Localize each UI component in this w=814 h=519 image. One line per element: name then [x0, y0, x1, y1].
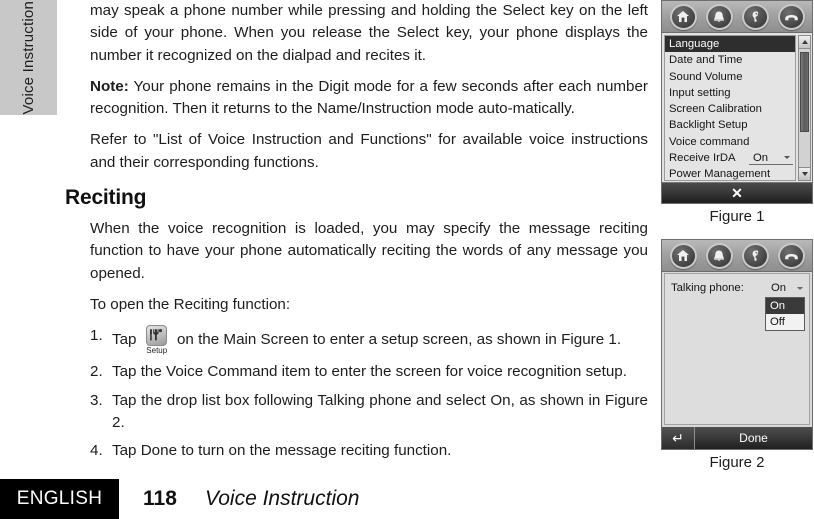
device-bottom-bar: ↵ Done	[662, 427, 812, 449]
note-label: Note:	[90, 77, 129, 95]
note-body: Your phone remains in the Digit mode for…	[90, 77, 648, 118]
step-number: 3.	[90, 391, 103, 409]
figure-1: Language Date and Time Sound Volume Inpu…	[661, 0, 813, 225]
menu-item-label: Date and Time	[669, 54, 743, 67]
setup-menu-area: Language Date and Time Sound Volume Inpu…	[662, 33, 812, 183]
setup-menu-list[interactable]: Language Date and Time Sound Volume Inpu…	[664, 35, 796, 181]
talking-phone-value[interactable]: On	[771, 282, 786, 294]
talking-phone-label: Talking phone:	[671, 282, 744, 294]
side-tab-voice-instruction: Voice Instruction	[0, 0, 57, 115]
figure-2-caption: Figure 2	[709, 454, 765, 471]
paragraph-lead-in: To open the Reciting function:	[90, 295, 291, 313]
value-underline	[749, 164, 793, 166]
page-content: may speak a phone number while pressing …	[65, 0, 648, 468]
page-footer: ENGLISH 118 Voice Instruction	[0, 479, 814, 519]
menu-item-label: Voice command	[669, 135, 750, 148]
scrollbar-thumb[interactable]	[800, 52, 809, 132]
chevron-down-icon[interactable]	[784, 156, 790, 160]
handset-icon[interactable]	[777, 242, 805, 269]
menu-item-backlight-setup[interactable]: Backlight Setup	[665, 117, 795, 133]
menu-item-label: Backlight Setup	[669, 119, 748, 132]
paragraph-refer: Refer to "List of Voice Instruction and …	[90, 131, 648, 171]
figure-1-caption: Figure 1	[709, 208, 765, 225]
device-toolbar	[662, 1, 812, 33]
home-icon[interactable]	[669, 242, 697, 269]
menu-item-input-setting[interactable]: Input setting	[665, 85, 795, 101]
footer-chapter-title: Voice Instruction	[205, 487, 360, 510]
menu-item-date-and-time[interactable]: Date and Time	[665, 52, 795, 68]
scroll-down-icon[interactable]	[799, 167, 810, 180]
step-number: 2.	[90, 363, 103, 381]
paragraph-note: Note: Your phone remains in the Digit mo…	[90, 76, 648, 121]
step-text: Tap the drop list box following Talking …	[112, 391, 648, 431]
menu-item-label: Power Management	[669, 168, 771, 181]
list-item: 4. Tap Done to turn on the message recit…	[90, 440, 648, 462]
list-item: 1. Tap Setup on the Main Screen to enter…	[90, 325, 648, 355]
side-tab-label: Voice Instruction	[20, 0, 37, 115]
home-icon[interactable]	[669, 3, 697, 30]
setup-icon[interactable]: Setup	[142, 325, 172, 355]
footer-language-badge: ENGLISH	[0, 479, 119, 519]
menu-item-label: Receive IrDA	[669, 152, 736, 165]
step-text: Tap Done to turn on the message reciting…	[112, 442, 452, 460]
step1-before-icon: Tap	[112, 331, 137, 349]
chevron-down-icon[interactable]	[797, 287, 803, 290]
voice-command-panel: Talking phone: On On Off	[664, 273, 810, 425]
close-icon[interactable]: ✕	[731, 186, 743, 200]
menu-item-label: Language	[669, 38, 720, 50]
menu-item-label: Sound Volume	[669, 70, 743, 83]
steps-list: 1. Tap Setup on the Main Screen to enter…	[90, 325, 648, 462]
page-number: 118	[143, 487, 177, 510]
list-item: 3. Tap the drop list box following Talki…	[90, 390, 648, 435]
done-button[interactable]: Done	[695, 427, 812, 449]
setup-icon-caption: Setup	[146, 346, 168, 356]
ear-icon[interactable]	[741, 242, 769, 269]
menu-item-sound-volume[interactable]: Sound Volume	[665, 69, 795, 85]
back-icon[interactable]: ↵	[662, 427, 695, 449]
list-item: 2. Tap the Voice Command item to enter t…	[90, 361, 648, 383]
device-bottom-bar: ✕	[662, 182, 812, 203]
device-screenshot-setup-menu: Language Date and Time Sound Volume Inpu…	[661, 0, 813, 204]
step-text: Tap the Voice Command item to enter the …	[112, 363, 627, 381]
step-number: 4.	[90, 442, 103, 460]
device-toolbar	[662, 240, 812, 272]
dropdown-option-off[interactable]: Off	[766, 314, 804, 330]
alarm-icon[interactable]	[705, 242, 733, 269]
menu-item-language[interactable]: Language	[665, 36, 795, 53]
scroll-up-icon[interactable]	[799, 36, 810, 49]
setup-icon-glyph	[146, 325, 168, 347]
talking-phone-dropdown[interactable]: On Off	[765, 297, 805, 331]
step-text: Tap Setup on the Main Screen to enter a …	[112, 325, 648, 355]
ear-icon[interactable]	[741, 3, 769, 30]
device-screenshot-voice-command: Talking phone: On On Off ↵ Done	[661, 239, 813, 450]
paragraph-reciting-body: When the voice recognition is loaded, yo…	[90, 220, 648, 282]
figure-2: Talking phone: On On Off ↵ Done Figure 2	[661, 239, 813, 471]
menu-scrollbar[interactable]	[798, 35, 811, 181]
dropdown-option-on[interactable]: On	[766, 298, 804, 314]
menu-item-label: Screen Calibration	[669, 103, 762, 116]
menu-item-screen-calibration[interactable]: Screen Calibration	[665, 101, 795, 117]
menu-item-voice-command[interactable]: Voice command	[665, 134, 795, 150]
alarm-icon[interactable]	[705, 3, 733, 30]
menu-item-power-management[interactable]: Power Management	[665, 166, 795, 181]
paragraph-intro: may speak a phone number while pressing …	[90, 2, 648, 64]
handset-icon[interactable]	[777, 3, 805, 30]
menu-item-receive-irda[interactable]: Receive IrDA On	[665, 150, 795, 166]
step1-after-icon: on the Main Screen to enter a setup scre…	[176, 331, 622, 349]
section-title-reciting: Reciting	[65, 186, 147, 210]
menu-item-label: Input setting	[669, 86, 731, 99]
step-number: 1.	[90, 327, 103, 345]
